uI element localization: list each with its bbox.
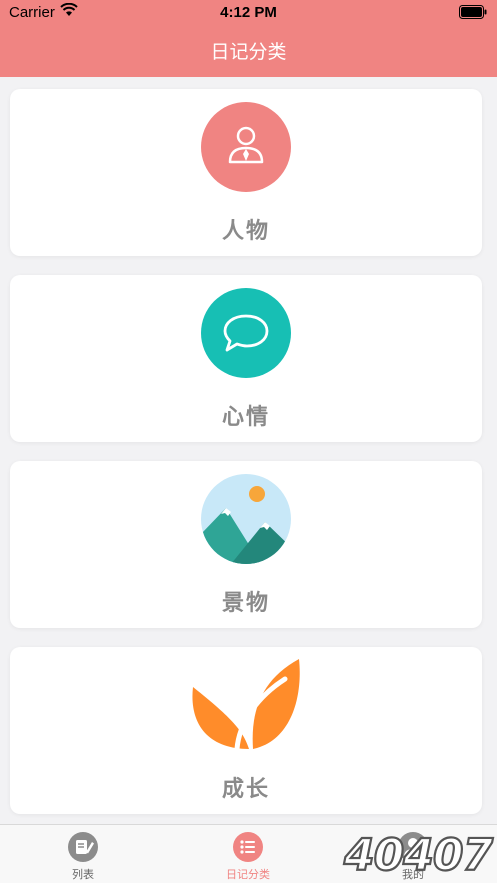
svg-text:40407: 40407: [343, 830, 493, 881]
landscape-icon: [201, 474, 291, 564]
list-edit-icon: [68, 832, 98, 862]
category-card-person[interactable]: 人物: [10, 89, 482, 256]
leaf-icon: [192, 659, 300, 752]
category-card-growth[interactable]: 成长: [10, 647, 482, 814]
tab-diary-categories[interactable]: 日记分类: [208, 831, 288, 882]
site-watermark-logo: 40407: [342, 829, 495, 882]
tab-label: 列表: [72, 868, 94, 881]
status-time: 4:12 PM: [220, 4, 277, 21]
battery-icon: [459, 5, 487, 19]
header-bar: Carrier 4:12 PM 日记分类: [0, 0, 497, 77]
category-label: 人物: [221, 219, 270, 244]
page-title: 日记分类: [210, 41, 287, 63]
chat-bubble-icon: [201, 288, 291, 378]
category-label: 心情: [221, 405, 270, 430]
category-label: 成长: [221, 777, 270, 802]
category-list-icon: [233, 832, 263, 862]
person-icon: [201, 102, 291, 192]
category-label: 景物: [221, 591, 270, 616]
status-bar: Carrier 4:12 PM: [0, 0, 497, 26]
tab-label: 日记分类: [226, 868, 270, 881]
category-card-mood[interactable]: 心情: [10, 275, 482, 442]
category-card-scenery[interactable]: 景物: [10, 461, 482, 628]
tab-list[interactable]: 列表: [43, 831, 123, 882]
